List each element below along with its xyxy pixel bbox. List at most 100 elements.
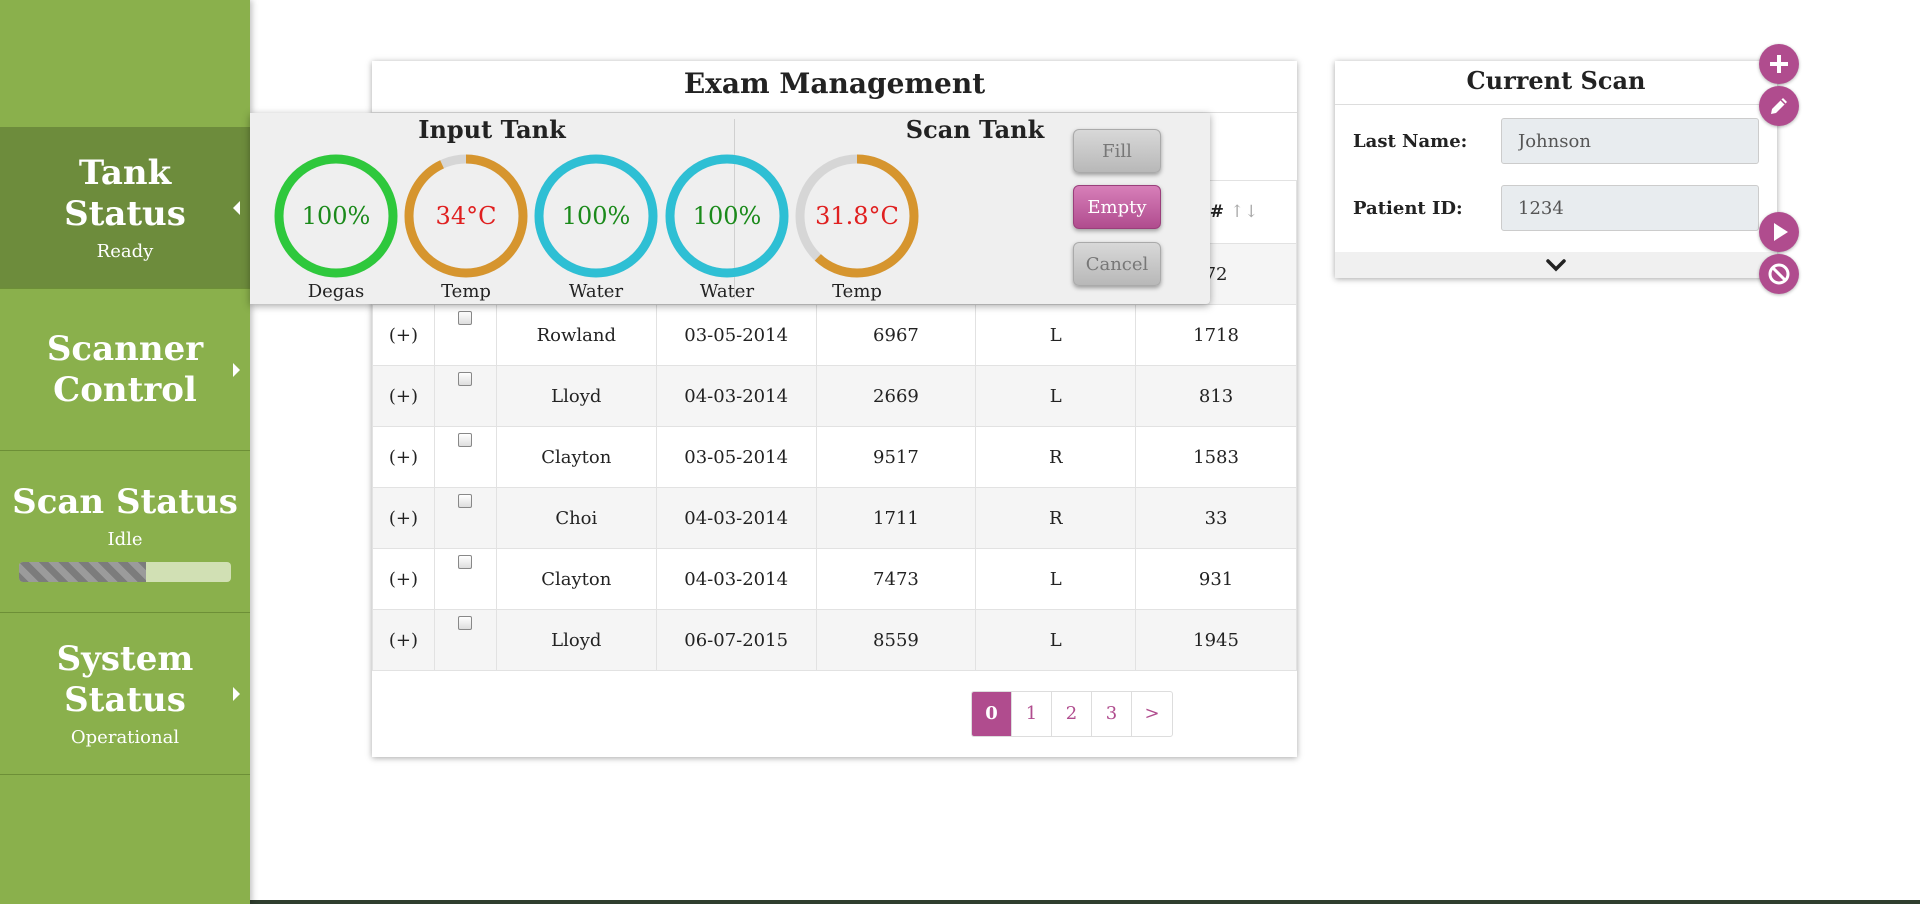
page-button[interactable]: 1: [1012, 692, 1052, 736]
scan-progress-bar: [19, 561, 231, 582]
current-scan-title: Current Scan: [1335, 61, 1777, 105]
exam-management-title: Exam Management: [372, 61, 1297, 113]
page-button[interactable]: >: [1132, 692, 1172, 736]
tank-gauge: 100% Water: [532, 152, 660, 302]
expand-row-button[interactable]: (+): [372, 426, 435, 488]
session-number-cell: 1945: [1135, 609, 1297, 671]
input-tank-title: Input Tank: [418, 115, 566, 144]
sidebar-item-scan-status[interactable]: Scan Status Idle: [0, 451, 250, 613]
checkbox-cell: [433, 548, 497, 610]
sidebar-item-title: System Status: [56, 639, 194, 720]
table-row: (+) Lloyd 04-03-2014 2669 L 813: [372, 365, 1297, 427]
patient-id-cell: 8559: [815, 609, 977, 671]
current-scan-card: Current Scan Last Name: Patient ID:: [1335, 61, 1777, 278]
patient-id-row: Patient ID:: [1353, 185, 1759, 231]
empty-button[interactable]: Empty: [1073, 185, 1161, 229]
expand-toggle[interactable]: [1335, 252, 1777, 278]
date-cell: 03-05-2014: [655, 426, 817, 488]
fill-button[interactable]: Fill: [1073, 129, 1161, 173]
table-row: (+) Choi 04-03-2014 1711 R 33: [372, 487, 1297, 549]
last-name-cell: Clayton: [495, 548, 657, 610]
side-cell: R: [975, 487, 1137, 549]
gauge-value: 100%: [561, 202, 631, 230]
patient-id-input[interactable]: [1501, 185, 1759, 231]
table-row: (+) Clayton 03-05-2014 9517 R 1583: [372, 426, 1297, 488]
cancel-button[interactable]: Cancel: [1073, 242, 1161, 286]
gauge-label: Temp: [441, 281, 491, 302]
session-number-cell: 1583: [1135, 426, 1297, 488]
gauge-label: Temp: [832, 281, 882, 302]
sort-icon[interactable]: ↑↓: [1230, 202, 1259, 222]
last-name-row: Last Name:: [1353, 118, 1759, 164]
side-cell: L: [975, 548, 1137, 610]
checkbox-cell: [433, 426, 497, 488]
patient-id-cell: 7473: [815, 548, 977, 610]
gauge-value: 31.8°C: [815, 202, 899, 230]
sidebar-item-tank-status[interactable]: Tank Status Ready: [0, 127, 250, 289]
add-button[interactable]: [1759, 44, 1799, 84]
sidebar-item-subtitle: Idle: [107, 528, 143, 550]
expand-row-button[interactable]: (+): [372, 609, 435, 671]
page-button[interactable]: 2: [1052, 692, 1092, 736]
tank-gauge: 34°C Temp: [402, 152, 530, 302]
patient-id-cell: 9517: [815, 426, 977, 488]
checkbox-cell: [433, 365, 497, 427]
table-row: (+) Clayton 04-03-2014 7473 L 931: [372, 548, 1297, 610]
patient-id-cell: 1711: [815, 487, 977, 549]
sidebar-item-title: Scan Status: [12, 481, 238, 522]
sidebar: Tank Status Ready Scanner Control Scan S…: [0, 0, 250, 904]
tank-gauge: 31.8°C Temp: [793, 152, 921, 302]
session-number-cell: 1718: [1135, 304, 1297, 366]
date-cell: 03-05-2014: [655, 304, 817, 366]
side-cell: R: [975, 426, 1137, 488]
expand-row-button[interactable]: (+): [372, 548, 435, 610]
page-button[interactable]: 0: [972, 692, 1012, 736]
ban-icon: [1768, 263, 1790, 285]
last-name-cell: Lloyd: [495, 609, 657, 671]
checkbox-cell: [433, 304, 497, 366]
checkbox-cell: [433, 609, 497, 671]
sidebar-item-title: Scanner Control: [46, 328, 204, 410]
sidebar-header: [0, 0, 250, 127]
date-cell: 04-03-2014: [655, 365, 817, 427]
abort-scan-button[interactable]: [1759, 254, 1799, 294]
sidebar-item-system-status[interactable]: System Status Operational: [0, 613, 250, 775]
patient-id-cell: 6967: [815, 304, 977, 366]
row-checkbox[interactable]: [458, 615, 473, 630]
sidebar-item-scanner-control[interactable]: Scanner Control: [0, 289, 250, 451]
gauge-label: Degas: [307, 281, 365, 302]
side-cell: L: [975, 304, 1137, 366]
pencil-icon: [1771, 98, 1787, 114]
page-button[interactable]: 3: [1092, 692, 1132, 736]
row-checkbox[interactable]: [458, 310, 473, 325]
play-icon: [1774, 223, 1788, 241]
sidebar-item-subtitle: Operational: [70, 727, 180, 748]
checkbox-cell: [433, 487, 497, 549]
date-cell: 04-03-2014: [655, 548, 817, 610]
row-checkbox[interactable]: [458, 371, 473, 386]
session-number-cell: 813: [1135, 365, 1297, 427]
pagination: 0 1 2 3 >: [971, 691, 1173, 737]
gauge-value: 100%: [692, 202, 762, 230]
side-cell: L: [975, 365, 1137, 427]
start-scan-button[interactable]: [1759, 212, 1799, 252]
tank-status-panel: Input Tank Scan Tank 100% Degas 34°C Temp 10…: [250, 113, 1210, 304]
row-checkbox[interactable]: [458, 432, 473, 447]
session-number-cell: 931: [1135, 548, 1297, 610]
side-cell: L: [975, 609, 1137, 671]
last-name-cell: Choi: [495, 487, 657, 549]
edit-button[interactable]: [1759, 86, 1799, 126]
last-name-input[interactable]: [1501, 118, 1759, 164]
date-cell: 04-03-2014: [655, 487, 817, 549]
tank-gauge: 100% Degas: [272, 152, 400, 302]
sidebar-item-title: Tank Status: [64, 153, 186, 234]
scan-progress-fill: [19, 561, 147, 582]
gauge-value: 100%: [301, 202, 371, 230]
row-checkbox[interactable]: [458, 554, 473, 569]
expand-row-button[interactable]: (+): [372, 365, 435, 427]
bottom-border: [0, 900, 1920, 904]
patient-id-cell: 2669: [815, 365, 977, 427]
expand-row-button[interactable]: (+): [372, 487, 435, 549]
expand-row-button[interactable]: (+): [372, 304, 435, 366]
row-checkbox[interactable]: [458, 493, 473, 508]
